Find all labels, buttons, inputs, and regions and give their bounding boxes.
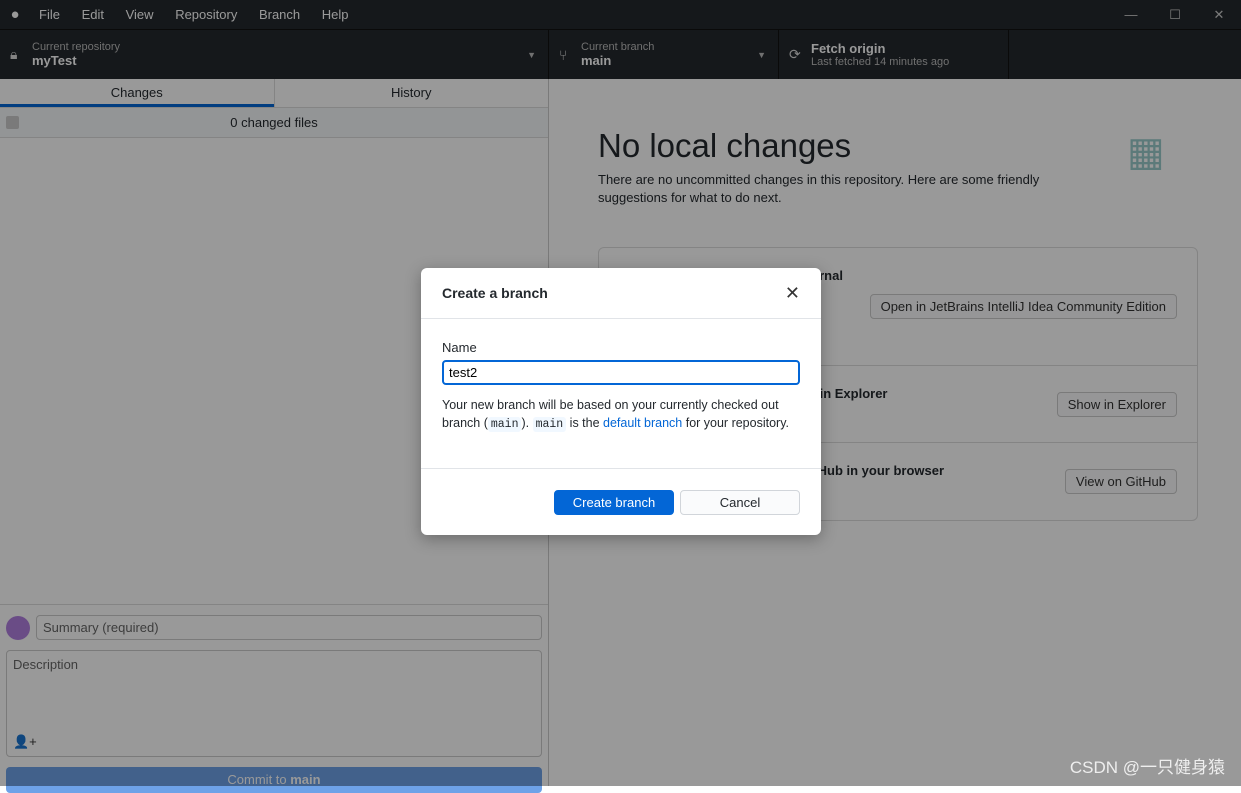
desc-text: ). xyxy=(521,416,533,430)
default-branch-link[interactable]: default branch xyxy=(603,416,682,430)
cancel-button[interactable]: Cancel xyxy=(680,490,800,515)
watermark: CSDN @一只健身猿 xyxy=(1069,758,1225,777)
dialog-description: Your new branch will be based on your cu… xyxy=(442,396,800,434)
name-label: Name xyxy=(442,340,477,355)
create-branch-button[interactable]: Create branch xyxy=(554,490,674,515)
branch-name-input[interactable] xyxy=(442,360,800,385)
create-branch-dialog: Create a branch ✕ Name Your new branch wi… xyxy=(421,268,821,535)
branch-code: main xyxy=(487,417,522,432)
desc-text: is the xyxy=(566,416,604,430)
close-icon[interactable]: ✕ xyxy=(785,283,800,304)
desc-text: for your repository. xyxy=(682,416,790,430)
dialog-title: Create a branch xyxy=(442,285,548,301)
branch-code: main xyxy=(532,417,567,432)
